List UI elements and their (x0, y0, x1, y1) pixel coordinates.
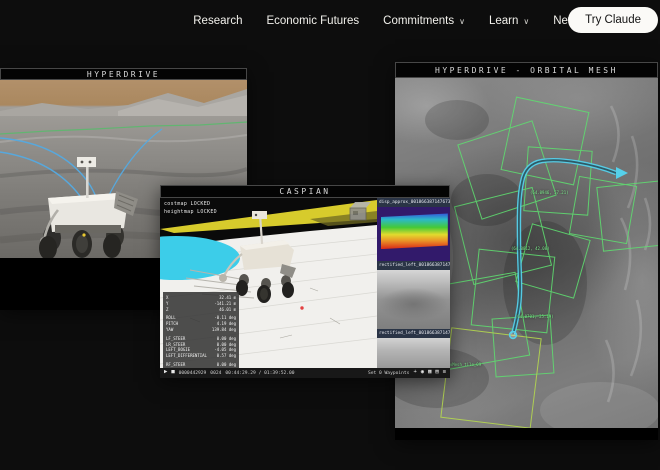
waypoints-status: Set 0 Waypoints (367, 370, 410, 376)
nav-research[interactable]: Research (193, 15, 242, 27)
timecode: 00:44:29.29 / 01:39:52.00 (225, 370, 295, 376)
disparity-colormap (380, 213, 448, 250)
disparity-image[interactable] (377, 207, 450, 261)
top-nav: Research Economic Futures Commitments ∨ L… (0, 0, 582, 42)
add-waypoint-icon[interactable]: + (413, 370, 416, 376)
rectified-left-image-label: rectified_left_001866387147673 1.png (377, 261, 450, 270)
fps-readout: 0024 (210, 370, 222, 376)
record-icon[interactable]: ◉ (421, 370, 424, 376)
chevron-down-icon: ∨ (523, 17, 530, 26)
mesh-coordinate-label: (64.0701, 25.19) (515, 314, 554, 319)
frame-counter: 0000442929 (178, 370, 207, 376)
layers-icon[interactable]: ▤ (435, 370, 438, 376)
caspian-3d-view[interactable]: costmap LOCKED heightmap LOCKED X 32.41 m… (160, 198, 377, 368)
hyperdrive-panel-title: HYPERDRIVE (0, 68, 247, 80)
caspian-panel-title: CASPIAN (160, 185, 450, 198)
try-claude-button[interactable]: Try Claude (568, 7, 658, 33)
rectified-left-image[interactable] (377, 270, 450, 329)
caspian-panel: CASPIAN costmap LOCKED heightmap LOCKED … (160, 185, 450, 378)
mesh-coordinate-label: (64.0946, 57.21) (530, 190, 569, 195)
camera-thumbnail-strip: disp_approx_001866387147673 1.png rectif… (377, 198, 450, 368)
orbital-mesh-panel-title: HYPERDRIVE - ORBITAL MESH (395, 62, 658, 78)
route-endpoint (508, 330, 518, 340)
grid-icon[interactable]: ▦ (428, 370, 431, 376)
rectified-image-label: rectified_left_001866387147673 1_rectifi… (377, 329, 450, 338)
telemetry-readout: X 32.41 m Y -141.21 m Z 46.01 m ROLL -0.11 d… (163, 292, 239, 368)
stop-icon[interactable]: ■ (171, 370, 174, 376)
terrain-ridges (604, 105, 652, 403)
nav-learn[interactable]: Learn ∨ (489, 15, 529, 27)
chevron-down-icon: ∨ (459, 17, 465, 26)
playback-status-bar: ▶ ■ 0000442929 0024 00:44:29.29 / 01:39:… (160, 368, 450, 378)
heightmap-status: heightmap LOCKED (164, 209, 217, 215)
nav-commitments[interactable]: Commitments ∨ (383, 15, 465, 27)
route-line-green (0, 121, 247, 135)
rectified-image[interactable] (377, 338, 450, 368)
costmap-status: costmap LOCKED (164, 201, 211, 207)
play-icon[interactable]: ▶ (164, 370, 167, 376)
menu-icon[interactable]: ≡ (443, 370, 446, 376)
mesh-coordinate-label: (64.0812, 42.08) (511, 246, 550, 251)
route-arrowhead (616, 167, 628, 179)
disparity-image-label: disp_approx_001866387147673 1.png (377, 198, 450, 207)
waypoint-dot (300, 306, 304, 310)
mesh-tile-label: NavMesh_tile_09 (445, 362, 482, 367)
nav-economic-futures[interactable]: Economic Futures (266, 15, 359, 27)
orbital-panel-footer (395, 428, 658, 440)
page: Research Economic Futures Commitments ∨ L… (0, 0, 660, 470)
